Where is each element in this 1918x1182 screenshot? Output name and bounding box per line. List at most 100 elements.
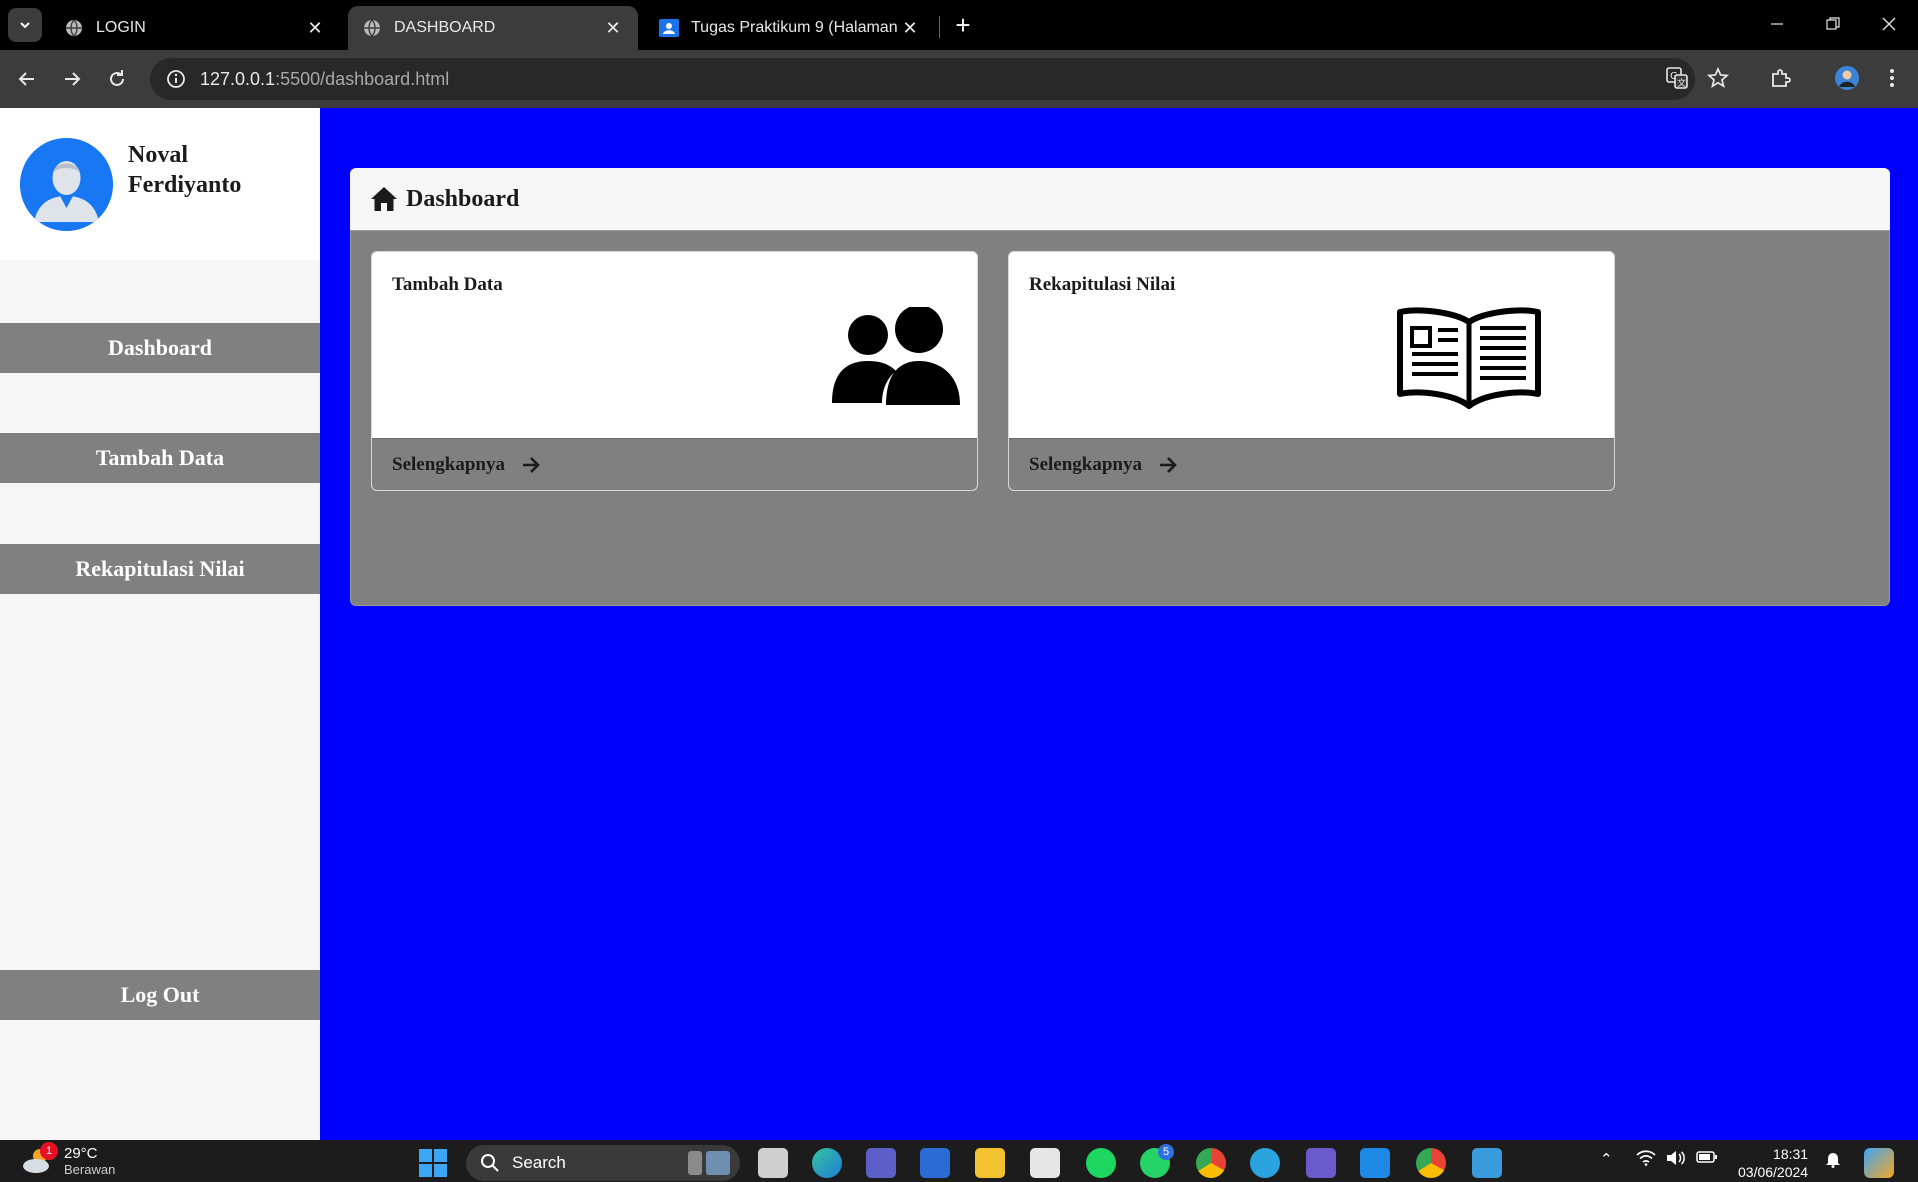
- more-link[interactable]: Selengkapnya: [392, 454, 505, 476]
- globe-icon: [64, 18, 84, 38]
- profile-avatar-icon: [1835, 66, 1859, 90]
- search-icon: [481, 1154, 499, 1172]
- sidebar-item-label: Rekapitulasi Nilai: [75, 556, 245, 581]
- profile-card: Noval Ferdiyanto: [0, 108, 320, 260]
- chrome-icon[interactable]: [1196, 1148, 1226, 1178]
- extensions-button[interactable]: [1761, 58, 1801, 98]
- battery-icon[interactable]: [1696, 1150, 1718, 1168]
- photos-icon[interactable]: [1472, 1148, 1502, 1178]
- card-title: Rekapitulasi Nilai: [1029, 274, 1176, 295]
- tab-title: DASHBOARD: [394, 19, 496, 36]
- windows-icon: [419, 1149, 447, 1177]
- arrow-right-icon: [1158, 456, 1178, 474]
- reload-button[interactable]: [100, 62, 134, 96]
- clock[interactable]: 18:31 03/06/2024: [1738, 1145, 1808, 1181]
- sidebar-item-label: Dashboard: [108, 335, 212, 360]
- avatar: [20, 138, 113, 231]
- task-view-icon[interactable]: [758, 1148, 788, 1178]
- browser-menu-button[interactable]: [1872, 58, 1912, 98]
- chrome-profile-icon[interactable]: [1416, 1148, 1446, 1178]
- restore-button[interactable]: [1808, 6, 1858, 42]
- browser-toolbar: 127.0.0.1:5500/dashboard.html G文: [0, 50, 1918, 108]
- chevron-down-icon: [20, 22, 30, 29]
- file-explorer-icon[interactable]: [975, 1148, 1005, 1178]
- tab-login[interactable]: LOGIN ✕: [50, 6, 340, 50]
- classroom-icon: [659, 18, 679, 38]
- tab-dashboard[interactable]: DASHBOARD ✕: [348, 6, 638, 50]
- weather-condition: Berawan: [64, 1161, 116, 1177]
- back-button[interactable]: [10, 62, 44, 96]
- vscode-icon[interactable]: [1360, 1148, 1390, 1178]
- close-tab-icon[interactable]: ✕: [899, 17, 921, 39]
- card-rekapitulasi-nilai[interactable]: Rekapitulasi Nilai Selengkapnya: [1008, 251, 1615, 491]
- user-avatar-icon: [20, 138, 113, 231]
- sidebar-item-rekapitulasi-nilai[interactable]: Rekapitulasi Nilai: [0, 544, 320, 594]
- clock-date: 03/06/2024: [1738, 1164, 1809, 1180]
- users-icon: [832, 305, 962, 412]
- logout-button[interactable]: Log Out: [0, 970, 320, 1020]
- sidebar-item-dashboard[interactable]: Dashboard: [0, 323, 320, 373]
- home-icon: [371, 187, 397, 211]
- search-placeholder: Search: [512, 1153, 566, 1172]
- close-icon: [1882, 17, 1896, 31]
- url-path: :5500/dashboard.html: [275, 68, 450, 89]
- svg-text:文: 文: [1677, 77, 1686, 89]
- user-last-name: Ferdiyanto: [128, 172, 242, 198]
- teams-icon[interactable]: [866, 1148, 896, 1178]
- taskbar-search[interactable]: Search: [466, 1145, 740, 1181]
- url-text: 127.0.0.1:5500/dashboard.html: [200, 69, 449, 90]
- browser-tab-strip: LOGIN ✕ DASHBOARD ✕ Tugas Praktikum 9 (H…: [0, 0, 1918, 50]
- user-first-name: Noval: [128, 142, 188, 168]
- taskbar: 1 29°C Berawan Search 5 ⌃ 18:31 03/06/20…: [0, 1140, 1918, 1182]
- star-icon: [1707, 67, 1729, 88]
- minimize-button[interactable]: [1752, 6, 1802, 42]
- new-tab-button[interactable]: +: [948, 10, 978, 40]
- close-tab-icon[interactable]: ✕: [304, 17, 326, 39]
- telegram-icon[interactable]: [1250, 1148, 1280, 1178]
- search-highlight-icon: [688, 1151, 730, 1175]
- minimize-icon: [1771, 23, 1783, 25]
- volume-icon[interactable]: [1666, 1150, 1686, 1170]
- more-link[interactable]: Selengkapnya: [1029, 454, 1142, 476]
- weather-temperature: 29°C: [64, 1144, 98, 1162]
- chevron-up-icon[interactable]: ⌃: [1600, 1150, 1613, 1168]
- bookmark-button[interactable]: [1698, 58, 1738, 98]
- card-footer[interactable]: Selengkapnya: [372, 438, 977, 490]
- url-host: 127.0.0.1: [200, 68, 276, 89]
- user-name: Noval Ferdiyanto: [128, 140, 241, 200]
- app-icon[interactable]: [920, 1148, 950, 1178]
- notification-bell-icon[interactable]: [1824, 1150, 1842, 1172]
- copilot-icon[interactable]: [1864, 1148, 1894, 1178]
- logout-label: Log Out: [120, 982, 200, 1007]
- tab-tugas-praktikum[interactable]: Tugas Praktikum 9 (Halaman da ✕: [645, 6, 935, 50]
- more-vertical-icon: [1890, 69, 1894, 87]
- edge-icon[interactable]: [812, 1148, 842, 1178]
- tab-separator: [939, 16, 940, 38]
- sidebar-item-tambah-data[interactable]: Tambah Data: [0, 433, 320, 483]
- arrow-right-icon: [521, 456, 541, 474]
- globe-icon: [362, 18, 382, 38]
- dashboard-page: Noval Ferdiyanto Dashboard Tambah Data R…: [0, 108, 1918, 1140]
- profile-button[interactable]: [1827, 58, 1867, 98]
- spotify-icon[interactable]: [1086, 1148, 1116, 1178]
- clock-time: 18:31: [1773, 1146, 1809, 1162]
- site-info-icon[interactable]: [156, 59, 196, 99]
- app-icon-purple[interactable]: [1306, 1148, 1336, 1178]
- wifi-icon[interactable]: [1636, 1150, 1656, 1170]
- close-window-button[interactable]: [1864, 6, 1914, 42]
- panel-body: Tambah Data Selengkapnya Rekapitulasi Ni…: [350, 230, 1890, 606]
- whatsapp-badge: 5: [1158, 1144, 1174, 1160]
- sidebar: Noval Ferdiyanto Dashboard Tambah Data R…: [0, 108, 320, 1140]
- forward-button[interactable]: [55, 62, 89, 96]
- document-app-icon[interactable]: [1030, 1148, 1060, 1178]
- address-bar[interactable]: 127.0.0.1:5500/dashboard.html: [150, 58, 1695, 100]
- weather-widget[interactable]: 1 29°C Berawan: [20, 1142, 116, 1178]
- start-button[interactable]: [418, 1148, 448, 1178]
- tab-search-button[interactable]: [8, 8, 42, 42]
- close-tab-icon[interactable]: ✕: [602, 17, 624, 39]
- sidebar-item-label: Tambah Data: [95, 445, 225, 470]
- card-tambah-data[interactable]: Tambah Data Selengkapnya: [371, 251, 978, 491]
- weather-badge: 1: [40, 1142, 58, 1160]
- card-footer[interactable]: Selengkapnya: [1009, 438, 1614, 490]
- translate-button[interactable]: G文: [1657, 58, 1697, 98]
